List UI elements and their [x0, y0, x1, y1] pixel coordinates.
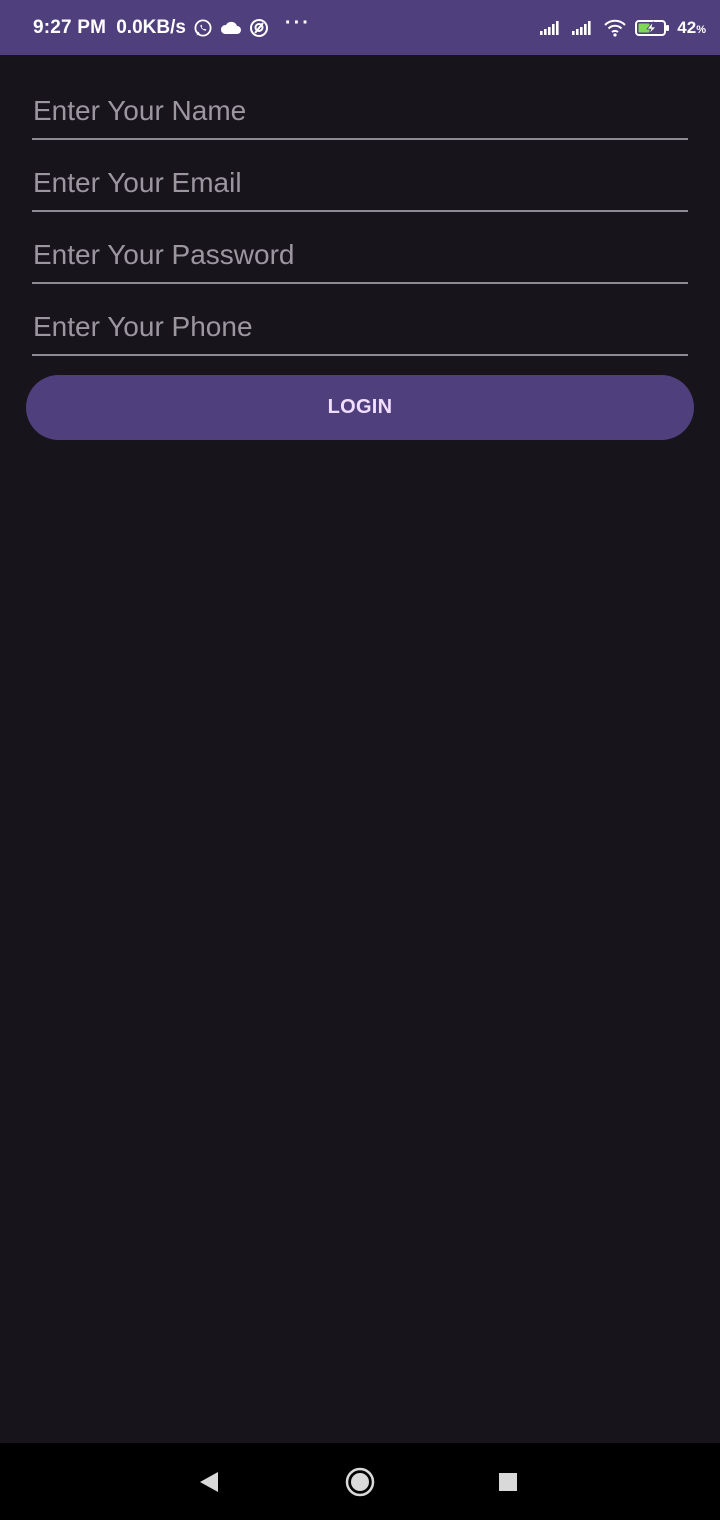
whatsapp-icon	[193, 18, 213, 38]
wifi-icon	[603, 19, 627, 37]
signal-icon	[571, 20, 595, 36]
battery-unit: %	[696, 23, 706, 36]
recents-icon[interactable]	[498, 1472, 518, 1492]
phone-field-container	[32, 306, 688, 356]
status-bar: 9:27 PM 0.0KB/s ··· 42%	[0, 0, 720, 55]
status-bar-right: 42%	[531, 18, 706, 38]
login-button[interactable]: LOGIN	[26, 375, 694, 440]
battery-percentage: 42%	[677, 18, 706, 38]
back-icon[interactable]	[196, 1469, 222, 1495]
email-field[interactable]	[32, 162, 688, 210]
signal-icon	[539, 20, 563, 36]
navigation-bar	[0, 1443, 720, 1520]
email-field-container	[32, 162, 688, 212]
name-field[interactable]	[32, 90, 688, 138]
home-icon[interactable]	[344, 1466, 376, 1498]
status-bar-left: 9:27 PM 0.0KB/s ···	[33, 13, 311, 39]
battery-charging-icon	[635, 19, 671, 37]
password-field-container	[32, 234, 688, 284]
battery-value: 42	[677, 17, 697, 37]
more-notifications-icon: ···	[284, 11, 311, 34]
password-field[interactable]	[32, 234, 688, 282]
phone-field[interactable]	[32, 306, 688, 354]
cloud-icon	[220, 20, 242, 36]
network-speed: 0.0KB/s	[116, 16, 186, 38]
name-field-container	[32, 90, 688, 140]
status-time: 9:27 PM	[33, 16, 107, 38]
vpn-icon	[249, 18, 269, 38]
